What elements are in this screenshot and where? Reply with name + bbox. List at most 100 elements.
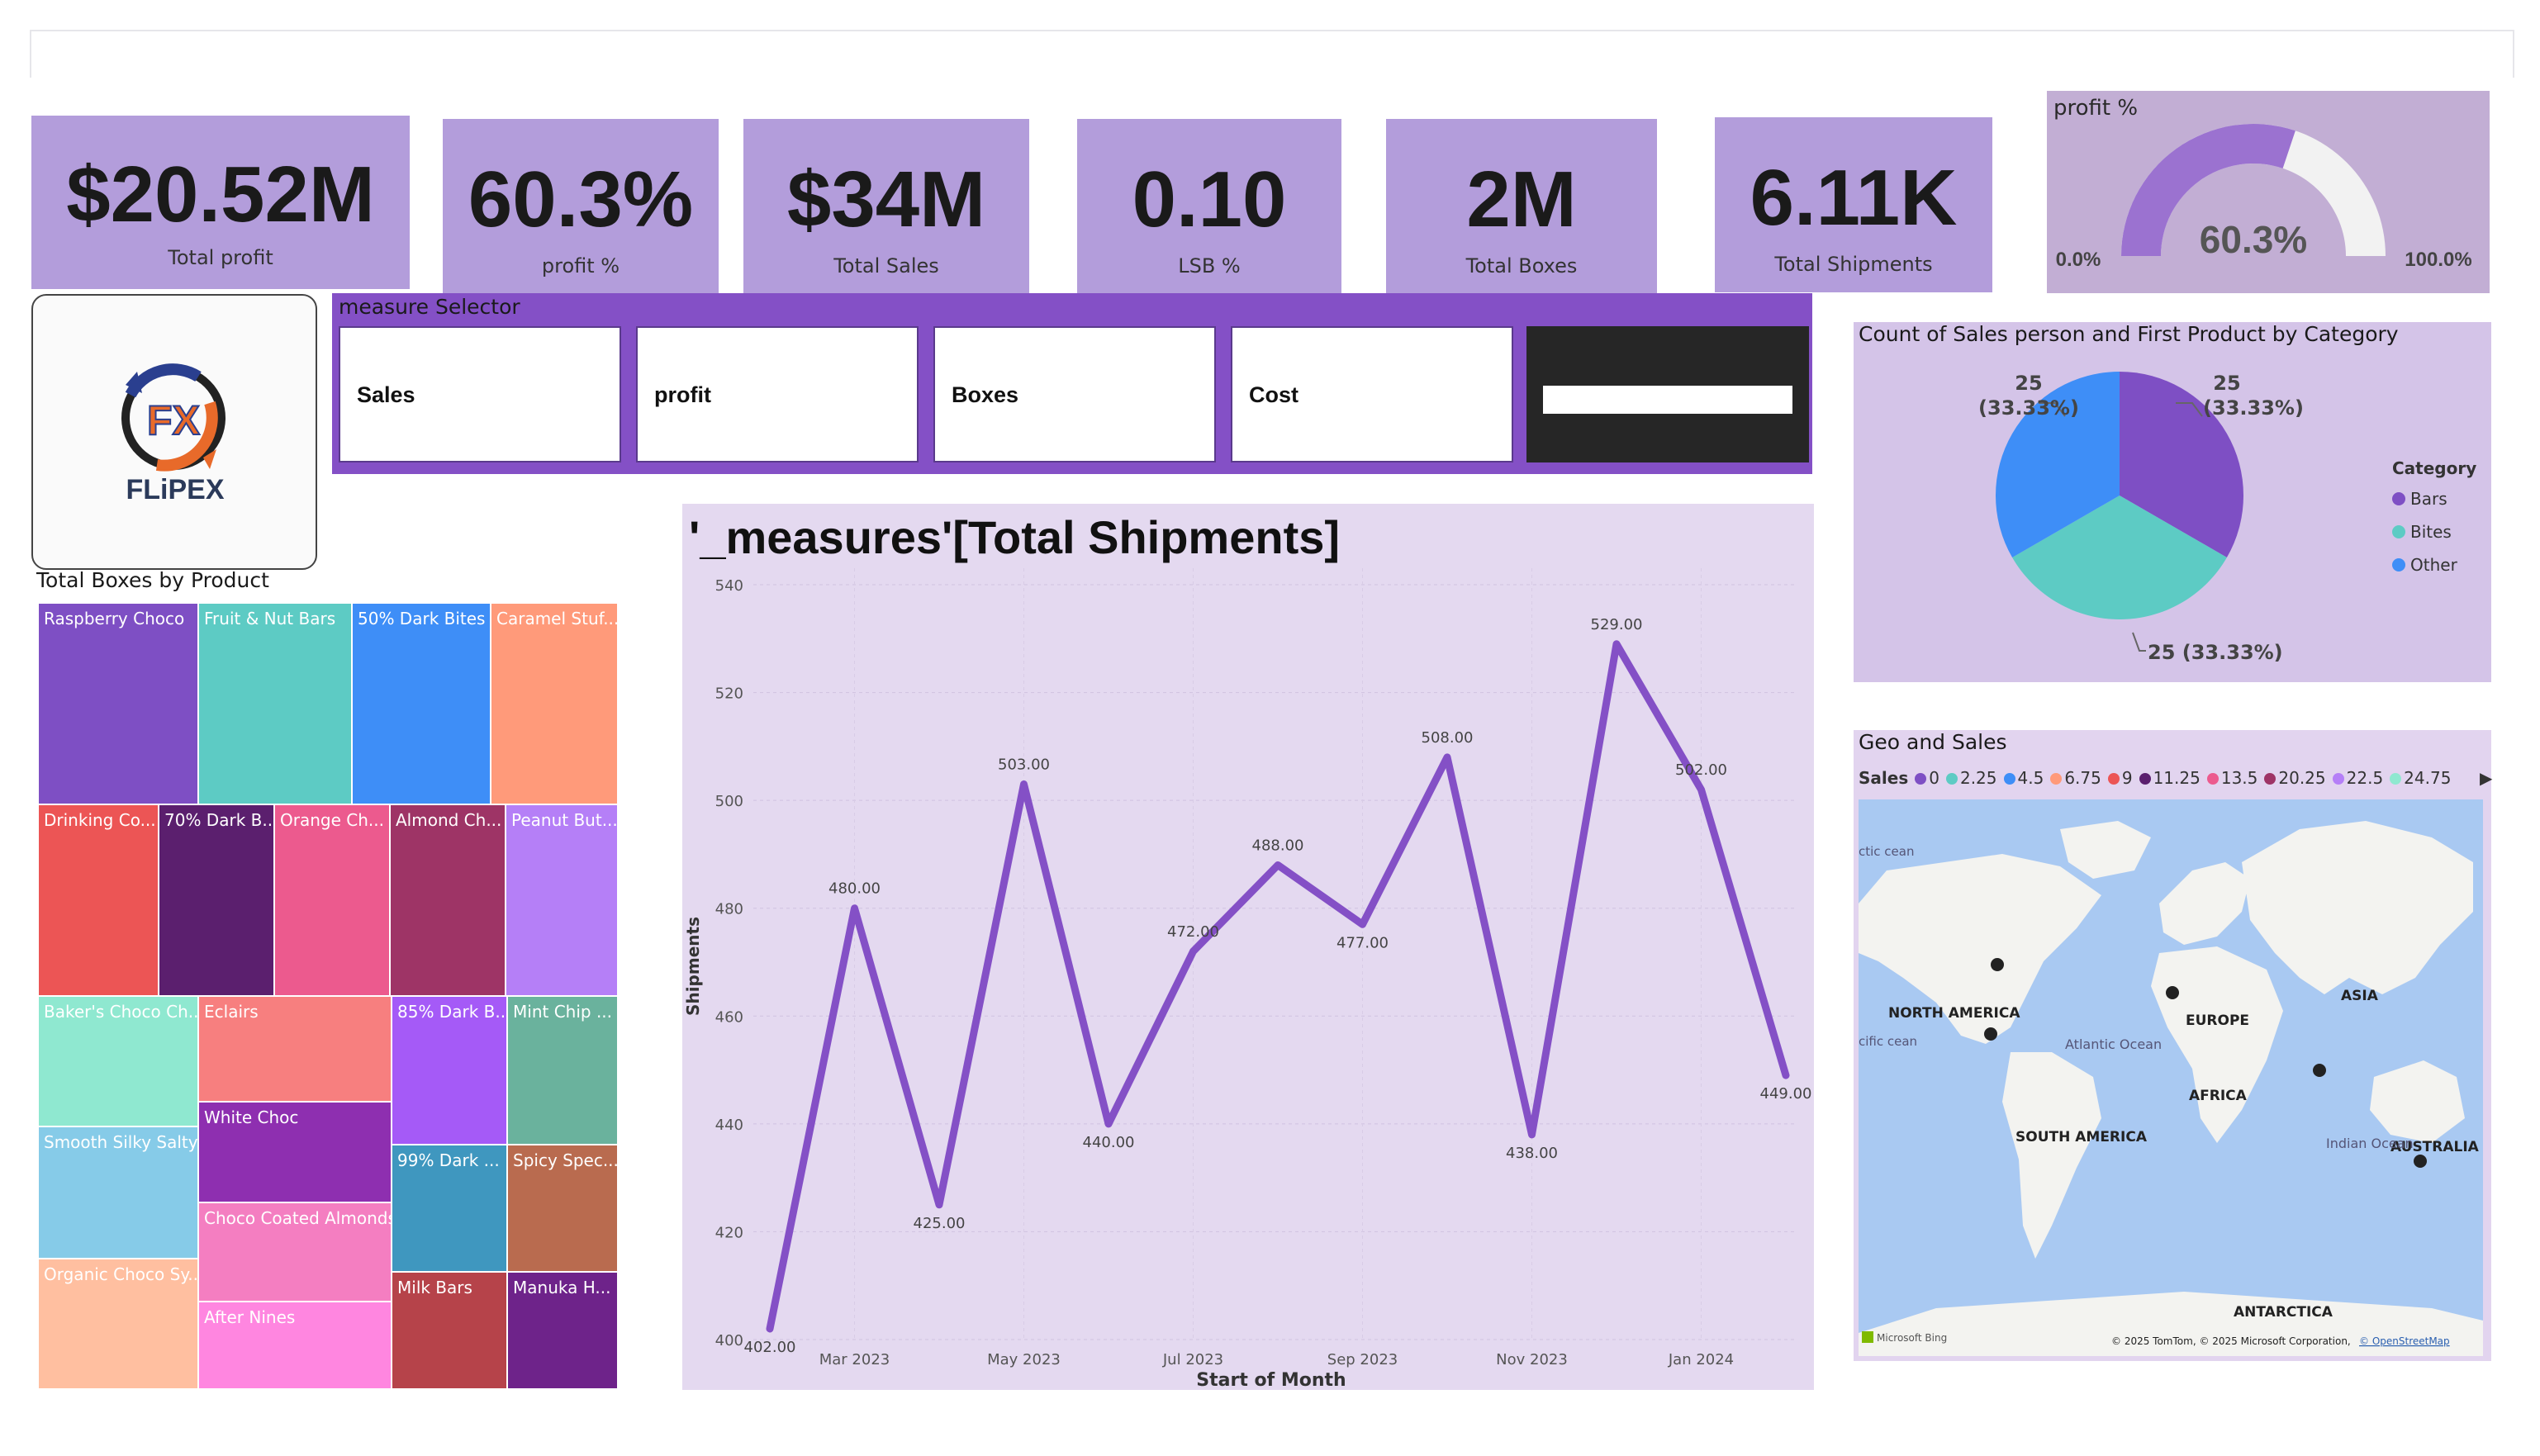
treemap-tile[interactable]: 70% Dark B...: [159, 804, 274, 996]
selector-title: measure Selector: [339, 295, 520, 319]
y-tick-label: 460: [715, 1008, 743, 1026]
selector-option-sales[interactable]: Sales: [339, 326, 621, 462]
data-label: 477.00: [1336, 934, 1389, 951]
treemap-tile[interactable]: Raspberry Choco: [38, 603, 198, 804]
legend-label[interactable]: Bites: [2410, 522, 2452, 542]
kpi-label: Total profit: [168, 246, 273, 269]
x-tick-label: Mar 2023: [819, 1351, 890, 1368]
ocean-label: cific cean: [1859, 1034, 1917, 1049]
data-point[interactable]: [1613, 640, 1620, 647]
treemap-tile[interactable]: Smooth Silky Salty: [38, 1126, 198, 1259]
data-label: 480.00: [828, 880, 881, 898]
treemap-tile[interactable]: Manuka H...: [507, 1272, 618, 1389]
data-label: 488.00: [1252, 837, 1304, 854]
data-point[interactable]: [1783, 1072, 1789, 1079]
map-svg[interactable]: NORTH AMERICA EUROPE ASIA AFRICA SOUTH A…: [1854, 730, 2491, 1361]
report-header-bar: [30, 30, 2514, 78]
legend-label[interactable]: Other: [2410, 555, 2458, 575]
profit-gauge: profit % 60.3% 0.0% 100.0%: [2047, 91, 2490, 293]
data-label: 529.00: [1591, 616, 1643, 633]
treemap-tile[interactable]: Milk Bars: [392, 1272, 507, 1389]
data-point[interactable]: [1444, 753, 1450, 761]
legend-label[interactable]: Bars: [2410, 489, 2447, 509]
kpi-label: Total Shipments: [1774, 253, 1933, 276]
data-label: 440.00: [1083, 1134, 1135, 1151]
gauge-min: 0.0%: [2056, 249, 2101, 271]
x-tick-label: Jan 2024: [1668, 1351, 1734, 1368]
y-tick-label: 420: [715, 1224, 743, 1241]
y-tick-label: 480: [715, 901, 743, 918]
pie-leader-line: [2132, 632, 2146, 652]
data-point[interactable]: [1697, 786, 1705, 794]
treemap-tile[interactable]: 99% Dark ...: [392, 1145, 507, 1272]
kpi-profit-percent: 60.3% profit %: [443, 119, 719, 294]
pie-label-pct: (33.33%): [2203, 396, 2304, 420]
treemap-tile[interactable]: Peanut But...: [506, 804, 618, 996]
kpi-label: LSB %: [1178, 254, 1241, 277]
legend-swatch: [2392, 558, 2405, 571]
data-label: 502.00: [1675, 761, 1727, 779]
data-point[interactable]: [851, 904, 858, 912]
treemap-title: Total Boxes by Product: [36, 568, 269, 592]
treemap-tile[interactable]: White Choc: [198, 1102, 392, 1202]
map-data-point[interactable]: [2313, 1064, 2326, 1077]
treemap-tile[interactable]: Mint Chip ...: [507, 996, 618, 1145]
treemap-tile[interactable]: Orange Ch...: [274, 804, 390, 996]
map-data-point[interactable]: [2414, 1155, 2427, 1168]
data-point[interactable]: [1105, 1120, 1112, 1127]
data-label: 503.00: [998, 756, 1050, 774]
treemap-tile[interactable]: Spicy Spec...: [507, 1145, 618, 1272]
ocean-label: ctic cean: [1859, 844, 1915, 859]
x-axis-label: Start of Month: [1196, 1370, 1346, 1390]
data-point[interactable]: [1020, 780, 1028, 788]
openstreetmap-link[interactable]: © OpenStreetMap: [2359, 1335, 2450, 1347]
map-data-point[interactable]: [2166, 986, 2179, 999]
ocean-label: Indian Ocean: [2326, 1136, 2414, 1151]
pie-label: 25 (33.33%): [2148, 641, 2283, 664]
treemap-tile[interactable]: Almond Ch...: [390, 804, 506, 996]
legend-swatch: [2392, 525, 2405, 538]
treemap-tile[interactable]: Fruit & Nut Bars: [198, 603, 352, 804]
y-axis-label: Shipments: [683, 917, 703, 1016]
option-label: Sales: [357, 382, 415, 407]
logo-text: FLiPEX: [126, 474, 224, 505]
map-data-point[interactable]: [1991, 958, 2004, 971]
y-tick-label: 520: [715, 685, 743, 703]
map-label: SOUTH AMERICA: [2015, 1129, 2148, 1145]
gauge-svg: 60.3% 0.0% 100.0%: [2056, 124, 2472, 271]
bing-label: Microsoft Bing: [1877, 1332, 1947, 1344]
y-tick-label: 500: [715, 793, 743, 810]
option-label: profit: [654, 382, 711, 407]
kpi-label: profit %: [541, 254, 620, 277]
data-point[interactable]: [1189, 947, 1197, 955]
selector-option-boxes[interactable]: Boxes: [933, 326, 1216, 462]
y-tick-label: 440: [715, 1117, 743, 1134]
pie-legend-title: Category: [2392, 458, 2476, 478]
treemap-tile[interactable]: 50% Dark Bites: [352, 603, 491, 804]
treemap-tile[interactable]: Baker's Choco Ch...: [38, 996, 198, 1126]
geo-sales-map: Geo and Sales Sales 0 2.25 4.5 6.75 9 11.25 13.…: [1854, 730, 2492, 1361]
selector-option-profit[interactable]: profit: [636, 326, 919, 462]
kpi-value: $34M: [786, 155, 986, 244]
map-label: ASIA: [2341, 988, 2379, 1004]
selector-option-selected[interactable]: [1526, 326, 1809, 462]
treemap-tile[interactable]: Organic Choco Sy...: [38, 1259, 198, 1389]
kpi-value: 6.11K: [1750, 154, 1958, 242]
data-point[interactable]: [1275, 861, 1281, 869]
pie-label-count: 25: [2015, 372, 2042, 395]
treemap-tile[interactable]: 85% Dark B...: [392, 996, 507, 1145]
selector-option-cost[interactable]: Cost: [1231, 326, 1513, 462]
data-point[interactable]: [767, 1325, 773, 1332]
kpi-value: 60.3%: [468, 155, 694, 244]
data-point[interactable]: [1528, 1131, 1536, 1138]
treemap-tile[interactable]: Eclairs: [198, 996, 392, 1102]
shipments-line-chart: '_measures'[Total Shipments] 540 520 500 48…: [682, 504, 1814, 1390]
map-label: EUROPE: [2186, 1013, 2249, 1029]
map-data-point[interactable]: [1984, 1027, 1997, 1041]
treemap-tile[interactable]: Drinking Co...: [38, 804, 159, 996]
data-point[interactable]: [936, 1201, 942, 1208]
treemap-tile[interactable]: Caramel Stuf...: [491, 603, 618, 804]
data-point[interactable]: [1359, 921, 1366, 928]
treemap-tile[interactable]: After Nines: [198, 1302, 392, 1389]
treemap-tile[interactable]: Choco Coated Almonds: [198, 1202, 392, 1302]
